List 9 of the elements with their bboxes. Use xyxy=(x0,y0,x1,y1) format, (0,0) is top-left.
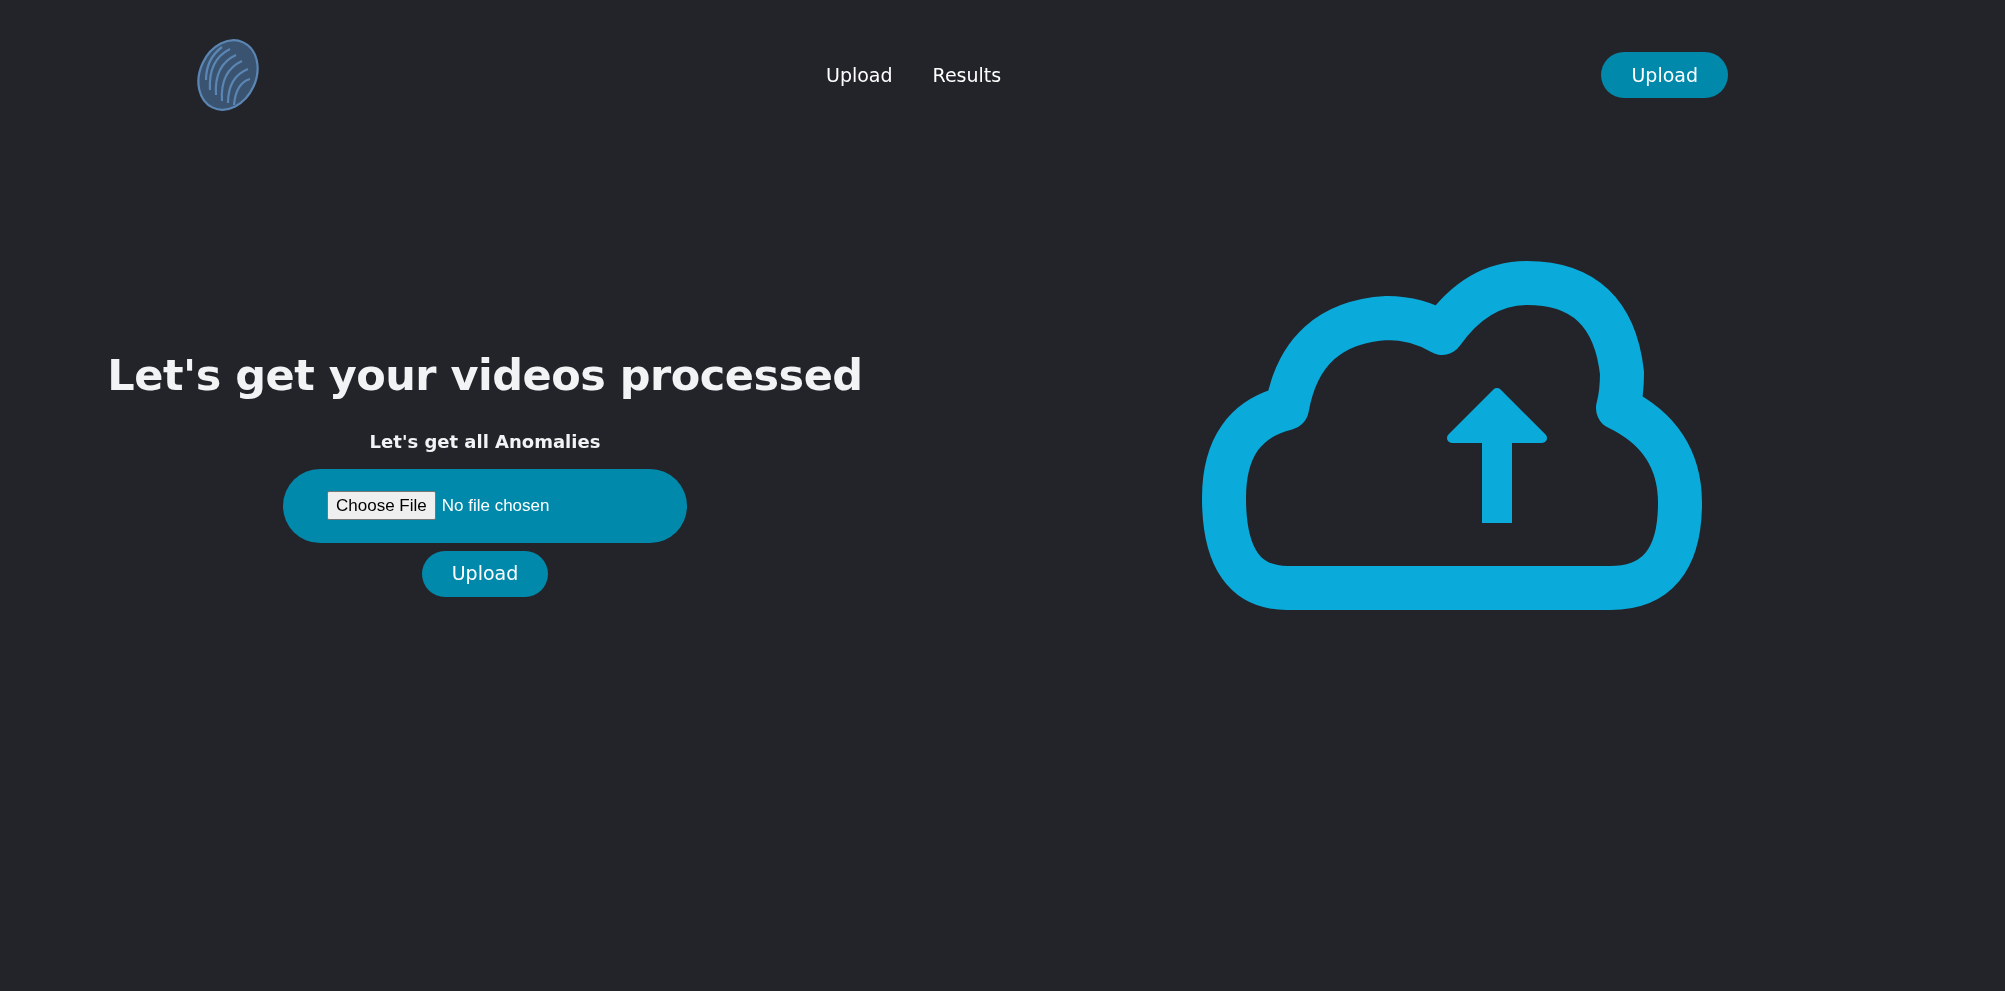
choose-file-button[interactable]: Choose File xyxy=(327,490,436,521)
file-status: No file chosen xyxy=(441,494,550,517)
file-input[interactable]: Choose File No file chosen xyxy=(283,468,687,543)
upload-button[interactable]: Upload xyxy=(421,550,549,597)
nav-link[interactable]: Upload xyxy=(826,60,893,90)
upload-button[interactable]: Upload xyxy=(1601,52,1728,98)
hero-subtitle: Let's get all Anomalies xyxy=(369,429,601,454)
nav-link[interactable]: Results xyxy=(932,60,1002,90)
hero-title: Let's get your videos processed xyxy=(107,350,863,402)
